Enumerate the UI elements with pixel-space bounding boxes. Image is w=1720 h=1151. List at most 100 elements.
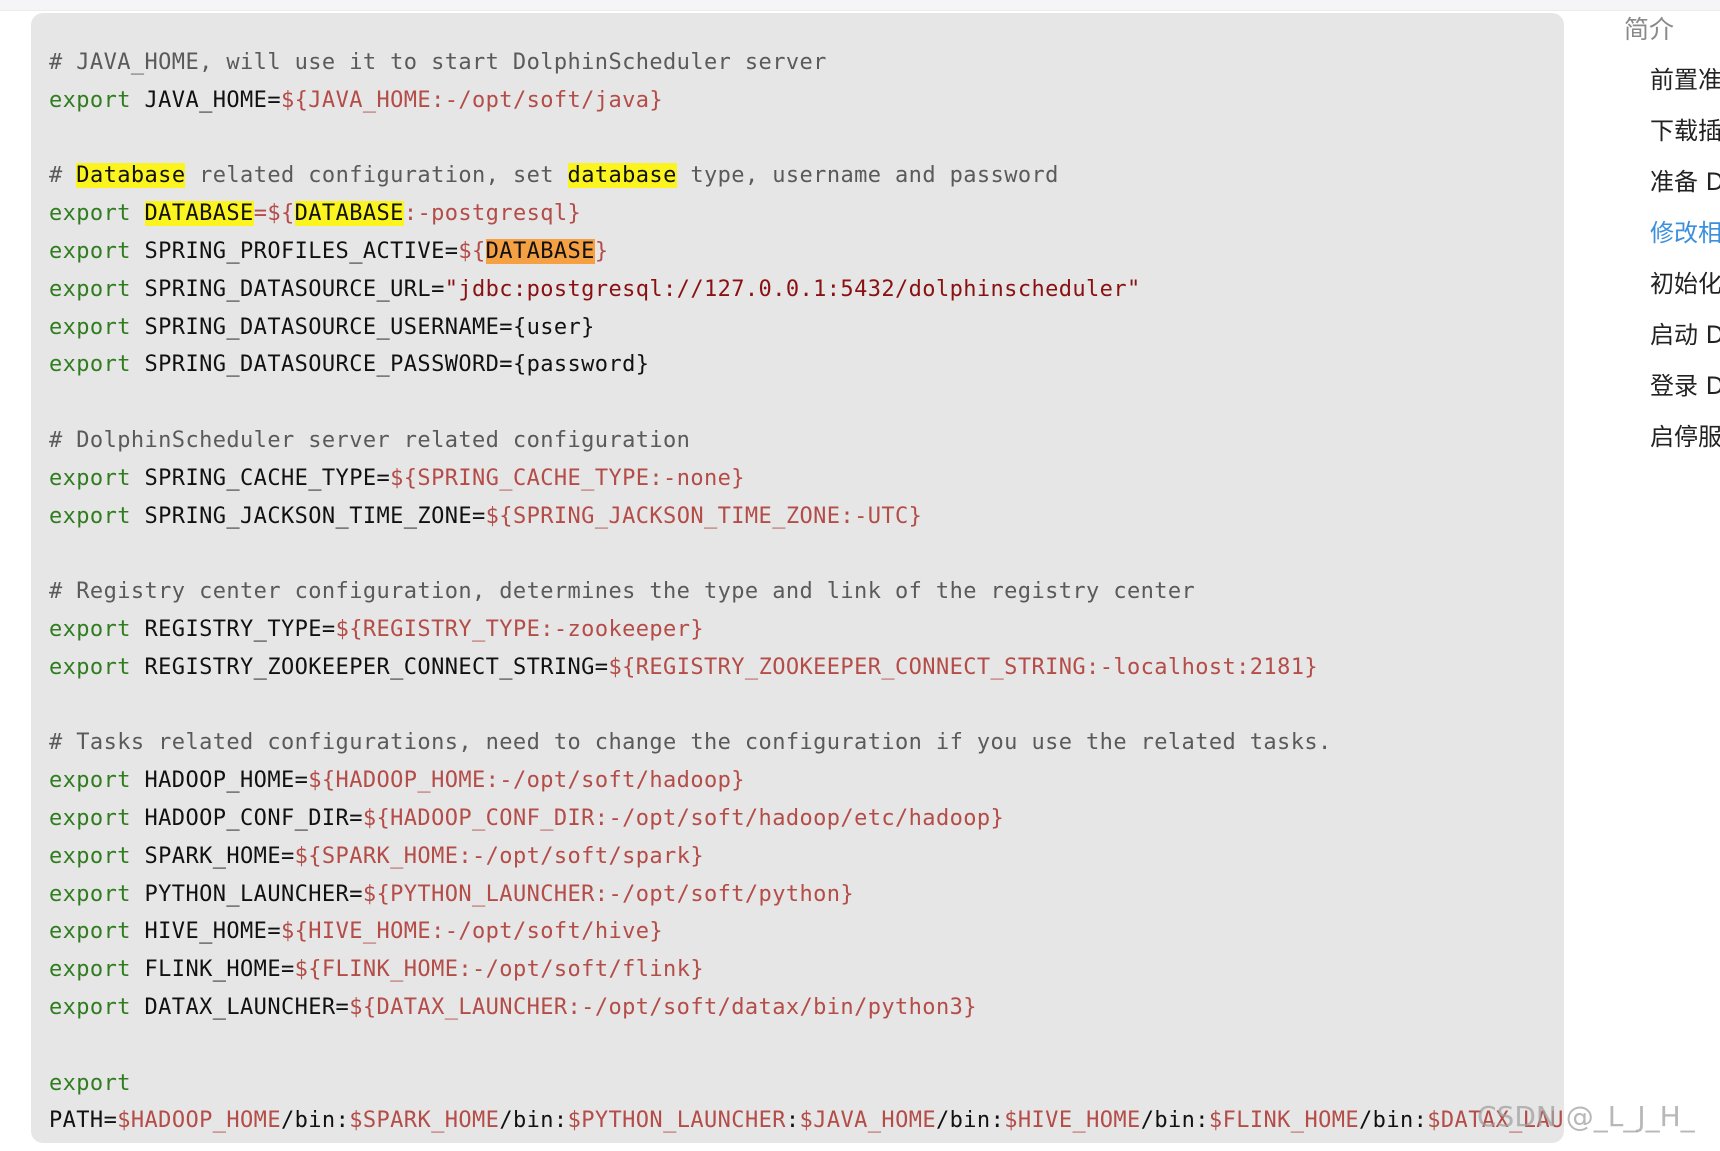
code-variable: $HIVE_HOME [1004, 1108, 1141, 1134]
code-variable: ${SPARK_HOME:-/opt/soft/spark} [294, 843, 704, 869]
code-keyword: export [49, 843, 131, 869]
code-text: JAVA_HOME= [130, 87, 281, 113]
code-comment: type, username and password [676, 163, 1059, 189]
table-of-contents: 简介 前置准下载插准备 D 修改相初始化启动 D 登录 D 启停服 [1600, 0, 1720, 1151]
code-line: export PYTHON_LAUNCHER=${PYTHON_LAUNCHER… [49, 876, 1564, 914]
code-line: export FLINK_HOME=${FLINK_HOME:-/opt/sof… [49, 951, 1564, 989]
search-highlight-current: DATABASE [485, 238, 595, 264]
code-line: # Tasks related configurations, need to … [49, 724, 1564, 762]
code-line: export DATABASE=${DATABASE:-postgresql} [49, 195, 1564, 233]
code-content[interactable]: # JAVA_HOME, will use it to start Dolphi… [49, 44, 1564, 1140]
code-variable: ${HIVE_HOME:-/opt/soft/hive} [280, 919, 664, 945]
code-variable: =${ [253, 201, 295, 227]
code-comment: # Tasks related configurations, need to … [49, 730, 1332, 756]
code-line: # DolphinScheduler server related config… [49, 422, 1564, 460]
toc-title: 简介 [1624, 15, 1675, 44]
code-comment: # DolphinScheduler server related config… [49, 427, 691, 453]
search-highlight: DATABASE [294, 201, 404, 227]
code-comment: related configuration, set [185, 163, 568, 189]
code-line: # Database related configuration, set da… [49, 157, 1564, 195]
toc-item[interactable]: 启动 D [1650, 315, 1720, 350]
toc-item[interactable]: 下载插 [1650, 111, 1720, 146]
code-text: SPRING_DATASOURCE_URL= [130, 276, 445, 302]
code-keyword: export [49, 654, 131, 680]
toc-item[interactable]: 准备 D [1650, 162, 1720, 197]
code-text: DATAX_LAUNCHER= [130, 994, 350, 1020]
code-text: PYTHON_LAUNCHER= [130, 881, 363, 907]
code-text: /bin: [1140, 1108, 1209, 1134]
code-line: export SPRING_DATASOURCE_USERNAME={user} [49, 309, 1564, 347]
code-line: export HADOOP_HOME=${HADOOP_HOME:-/opt/s… [49, 762, 1564, 800]
code-text: SPRING_PROFILES_ACTIVE= [130, 238, 459, 264]
code-text: /bin: [280, 1108, 350, 1134]
code-keyword: export [49, 503, 131, 529]
code-keyword: export [49, 238, 131, 264]
code-variable: $JAVA_HOME [799, 1108, 936, 1134]
code-keyword: export [49, 465, 131, 491]
code-keyword: export [49, 1070, 131, 1096]
code-variable: ${JAVA_HOME:-/opt/soft/java} [280, 87, 664, 113]
toc-item[interactable]: 启停服 [1650, 417, 1720, 452]
code-variable: :-postgresql} [403, 201, 582, 227]
code-text: SPRING_JACKSON_TIME_ZONE= [130, 503, 486, 529]
code-variable: ${ [458, 238, 486, 264]
code-comment: # Registry center configuration, determi… [49, 579, 1196, 605]
code-variable: ${DATAX_LAUNCHER:-/opt/soft/datax/bin/py… [349, 994, 977, 1020]
code-line: export SPRING_JACKSON_TIME_ZONE=${SPRING… [49, 498, 1564, 536]
code-keyword: export [49, 201, 131, 227]
code-text: HIVE_HOME= [130, 919, 281, 945]
code-text: SPRING_CACHE_TYPE= [130, 465, 391, 491]
code-keyword: export [49, 994, 131, 1020]
code-keyword: export [49, 957, 131, 983]
toc-item[interactable]: 初始化 [1650, 264, 1720, 299]
code-keyword: export [49, 805, 131, 831]
code-variable: ${FLINK_HOME:-/opt/soft/flink} [294, 957, 704, 983]
code-text: HADOOP_HOME= [130, 768, 309, 794]
code-text: FLINK_HOME= [130, 957, 295, 983]
code-comment: # [49, 163, 77, 189]
code-keyword: export [49, 881, 131, 907]
code-line: export [49, 1065, 1564, 1103]
code-line: export REGISTRY_TYPE=${REGISTRY_TYPE:-zo… [49, 611, 1564, 649]
code-variable: ${REGISTRY_ZOOKEEPER_CONNECT_STRING:-loc… [608, 654, 1319, 680]
code-text: REGISTRY_TYPE= [130, 616, 336, 642]
code-text: /bin: [936, 1108, 1005, 1134]
code-keyword: export [49, 352, 131, 378]
code-line: export SPRING_PROFILES_ACTIVE=${DATABASE… [49, 233, 1564, 271]
code-text: PATH= [49, 1108, 118, 1134]
toc-item[interactable]: 登录 D [1650, 366, 1720, 401]
code-text: /bin: [499, 1108, 568, 1134]
code-keyword: export [49, 276, 131, 302]
code-variable: ${PYTHON_LAUNCHER:-/opt/soft/python} [362, 881, 855, 907]
search-highlight: Database [76, 163, 186, 189]
toc-item[interactable]: 前置准 [1650, 60, 1720, 95]
code-line: export REGISTRY_ZOOKEEPER_CONNECT_STRING… [49, 649, 1564, 687]
code-text: SPRING_DATASOURCE_PASSWORD={password} [130, 352, 650, 378]
code-variable: ${HADOOP_HOME:-/opt/soft/hadoop} [308, 768, 745, 794]
code-keyword: export [49, 314, 131, 340]
code-line: export DATAX_LAUNCHER=${DATAX_LAUNCHER:-… [49, 989, 1564, 1027]
code-block[interactable]: # JAVA_HOME, will use it to start Dolphi… [31, 13, 1564, 1143]
toc-item[interactable]: 修改相 [1650, 213, 1720, 248]
search-highlight: DATABASE [144, 201, 254, 227]
code-line: PATH=$HADOOP_HOME/bin:$SPARK_HOME/bin:$P… [49, 1102, 1564, 1140]
code-variable: ${SPRING_JACKSON_TIME_ZONE:-UTC} [485, 503, 923, 529]
code-text: SPARK_HOME= [130, 843, 295, 869]
code-text: : [785, 1108, 800, 1134]
code-keyword: export [49, 919, 131, 945]
code-variable: $HADOOP_HOME [117, 1108, 281, 1134]
code-line: # JAVA_HOME, will use it to start Dolphi… [49, 44, 1564, 82]
code-line: export JAVA_HOME=${JAVA_HOME:-/opt/soft/… [49, 82, 1564, 120]
code-string: "jdbc:postgresql://127.0.0.1:5432/dolphi… [444, 276, 1141, 302]
code-variable: ${REGISTRY_TYPE:-zookeeper} [335, 616, 704, 642]
code-text: REGISTRY_ZOOKEEPER_CONNECT_STRING= [130, 654, 609, 680]
code-variable: $FLINK_HOME [1208, 1108, 1360, 1134]
code-line: # Registry center configuration, determi… [49, 573, 1564, 611]
code-variable: $PYTHON_LAUNCHER [567, 1108, 786, 1134]
